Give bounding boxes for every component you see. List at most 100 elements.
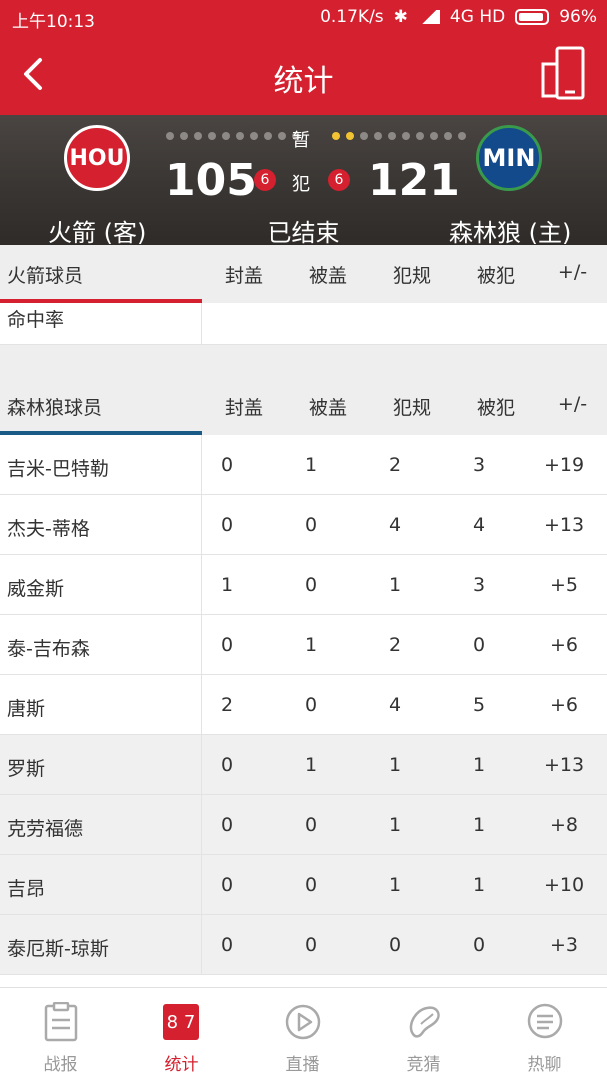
scoreboard: HOU MIN 暂 105 6 犯 6 121 火箭 (客) 已结束 森林狼 (… (0, 115, 607, 247)
stat-fouled: 3 (472, 574, 486, 596)
tab-chat[interactable]: 热聊 (484, 988, 605, 1080)
column-header: 封盖 (224, 397, 263, 419)
stat-blocks: 0 (220, 874, 234, 896)
battery-icon (515, 9, 550, 25)
stat-blocked: 0 (304, 934, 318, 956)
player-stats: 0 0 1 1 +8 (185, 814, 607, 836)
stat-columns: 封盖 被盖 犯规 被犯 +/- (202, 261, 607, 288)
column-header: 被盖 (308, 265, 347, 287)
bluetooth-icon: ✱ (393, 7, 408, 27)
player-row[interactable]: 吉昂 0 0 1 1 +10 (0, 855, 607, 915)
signal-icon (417, 10, 440, 24)
stat-fouled: 0 (472, 634, 486, 656)
player-row[interactable]: 杰夫-蒂格 0 0 4 4 +13 (0, 495, 607, 555)
page-title: 统计 (273, 64, 334, 99)
stat-plus-minus: +5 (549, 574, 578, 596)
tab-live[interactable]: 直播 (242, 988, 363, 1080)
player-row[interactable]: 克劳福德 0 0 1 1 +8 (0, 795, 607, 855)
player-row[interactable]: 威金斯 1 0 1 3 +5 (0, 555, 607, 615)
player-row[interactable]: 泰-吉布森 0 1 2 0 +6 (0, 615, 607, 675)
player-stats: 0 0 1 1 +10 (185, 874, 607, 896)
top-header: 上午10:13 0.17K/s ✱ 4G HD 96% 统计 (0, 0, 607, 115)
tab-stats[interactable]: 8 7 统计 (121, 988, 242, 1080)
section-gap (0, 345, 607, 377)
stat-blocked: 1 (304, 454, 318, 476)
player-name: 威金斯 (7, 578, 65, 600)
stat-blocks: 0 (220, 934, 234, 956)
stat-blocked: 1 (304, 754, 318, 776)
play-icon (285, 1004, 321, 1040)
stat-fouled: 3 (472, 454, 486, 476)
away-section-header: 火箭球员 封盖 被盖 犯规 被犯 +/- (0, 245, 607, 303)
player-name: 克劳福德 (7, 818, 84, 840)
home-player-rows: 吉米-巴特勒 0 1 2 3 +19 杰夫-蒂格 0 0 4 4 +13 威金斯 (0, 435, 607, 975)
stat-fouled: 1 (472, 874, 486, 896)
stat-plus-minus: +8 (549, 814, 578, 836)
player-name: 唐斯 (7, 698, 46, 720)
tab-label: 竞猜 (406, 1055, 441, 1075)
tab-label: 统计 (164, 1055, 199, 1075)
stat-blocked: 0 (304, 514, 318, 536)
stat-fouled: 1 (472, 754, 486, 776)
column-header: +/- (557, 393, 588, 415)
tab-guess[interactable]: 竞猜 (363, 988, 484, 1080)
divider (201, 303, 202, 345)
switch-view-icon[interactable] (541, 46, 585, 102)
away-fouls-badge: 6 (254, 169, 276, 191)
player-stats: 2 0 4 5 +6 (185, 694, 607, 716)
player-name: 杰夫-蒂格 (7, 518, 90, 540)
column-header: 被盖 (308, 397, 347, 419)
player-row[interactable]: 泰厄斯-琼斯 0 0 0 0 +3 (0, 915, 607, 975)
home-team-logo[interactable]: MIN (476, 125, 542, 191)
stat-plus-minus: +10 (543, 874, 585, 896)
away-team-logo[interactable]: HOU (64, 125, 130, 191)
chat-icon (527, 1003, 563, 1039)
stat-fouled: 1 (472, 814, 486, 836)
stat-blocks: 1 (220, 574, 234, 596)
stat-fouls: 2 (388, 634, 402, 656)
nav-bar: 统计 (0, 34, 607, 115)
player-stats: 1 0 1 3 +5 (185, 574, 607, 596)
status-right: 0.17K/s ✱ 4G HD 96% (320, 7, 597, 27)
away-timeouts (166, 132, 300, 140)
stat-blocks: 0 (220, 514, 234, 536)
column-header: 被犯 (476, 397, 515, 419)
stat-fouls: 4 (388, 514, 402, 536)
player-row[interactable]: 吉米-巴特勒 0 1 2 3 +19 (0, 435, 607, 495)
player-name: 吉米-巴特勒 (7, 458, 109, 480)
away-section-title: 火箭球员 (7, 265, 84, 287)
stat-fouled: 4 (472, 514, 486, 536)
stat-blocked: 0 (304, 874, 318, 896)
stat-fouls: 4 (388, 694, 402, 716)
status-bar: 上午10:13 0.17K/s ✱ 4G HD 96% (0, 0, 607, 34)
home-score: 121 (368, 155, 460, 206)
column-header: 被犯 (476, 265, 515, 287)
stat-plus-minus: +3 (549, 934, 578, 956)
stat-fouls: 1 (388, 874, 402, 896)
stat-blocks: 2 (220, 694, 234, 716)
clipboard-icon (44, 1002, 78, 1042)
stats-icon: 8 7 (163, 1004, 199, 1040)
tab-report[interactable]: 战报 (0, 988, 121, 1080)
stat-blocked: 1 (304, 634, 318, 656)
guess-icon (409, 1006, 440, 1038)
stat-blocked: 0 (304, 814, 318, 836)
stat-fouled: 5 (472, 694, 486, 716)
stat-fouls: 1 (388, 754, 402, 776)
stats-table[interactable]: 火箭球员 封盖 被盖 犯规 被犯 +/- 命中率 森林狼球员 封盖 被盖 犯规 … (0, 245, 607, 987)
tab-label: 战报 (43, 1055, 78, 1075)
network-type: 4G HD (449, 7, 506, 27)
battery-level: 96% (559, 7, 597, 27)
stat-plus-minus: +6 (549, 694, 578, 716)
home-fouls-badge: 6 (328, 169, 350, 191)
home-timeouts (332, 132, 466, 140)
row-label: 命中率 (7, 309, 65, 331)
network-speed: 0.17K/s (320, 7, 384, 27)
player-row[interactable]: 唐斯 2 0 4 5 +6 (0, 675, 607, 735)
stat-fouled: 0 (472, 934, 486, 956)
home-section-title: 森林狼球员 (7, 397, 103, 419)
tab-label: 热聊 (527, 1055, 562, 1075)
player-row[interactable]: 罗斯 0 1 1 1 +13 (0, 735, 607, 795)
player-stats: 0 1 2 0 +6 (185, 634, 607, 656)
status-time: 上午10:13 (12, 12, 95, 32)
